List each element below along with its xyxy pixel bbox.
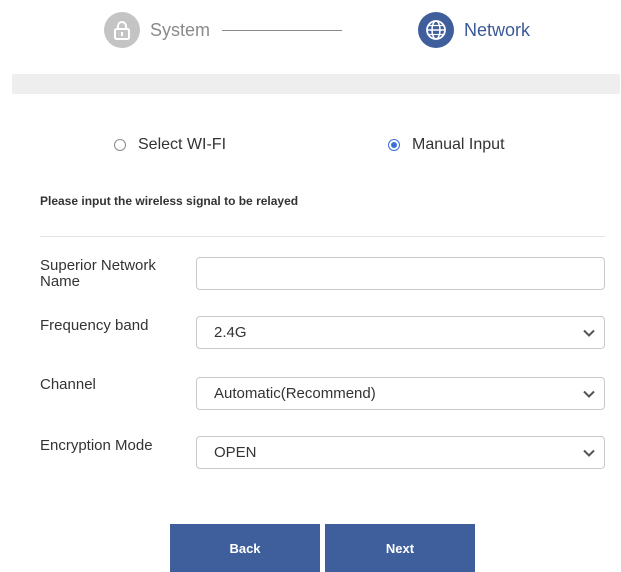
network-name-input[interactable] (196, 257, 605, 290)
radio-unchecked-icon[interactable] (114, 139, 126, 151)
radio-checked-icon[interactable] (388, 139, 400, 151)
encryption-mode-value: OPEN (214, 444, 257, 461)
step-network: Network (418, 12, 530, 48)
radio-manual-input-label[interactable]: Manual Input (412, 136, 505, 154)
globe-icon (418, 12, 454, 48)
network-name-label: Superior Network Name (40, 257, 156, 290)
frequency-band-value: 2.4G (214, 324, 247, 341)
step-network-label: Network (464, 19, 531, 40)
encryption-mode-select[interactable]: OPEN (196, 436, 605, 469)
step-system: System (104, 12, 210, 48)
radio-dot (391, 142, 397, 148)
radio-select-wifi-label[interactable]: Select WI-FI (138, 136, 226, 154)
radio-select-wifi[interactable]: Select WI-FI (114, 134, 226, 156)
channel-select[interactable]: Automatic(Recommend) (196, 377, 605, 410)
channel-value: Automatic(Recommend) (214, 385, 376, 402)
channel-label: Channel (40, 376, 96, 393)
chevron-down-icon (582, 326, 596, 340)
chevron-down-icon (582, 387, 596, 401)
chevron-down-icon (582, 446, 596, 460)
frequency-band-select[interactable]: 2.4G (196, 316, 605, 349)
frequency-band-label: Frequency band (40, 317, 149, 334)
encryption-mode-label: Encryption Mode (40, 437, 153, 454)
back-button[interactable]: Back (170, 524, 320, 572)
radio-manual-input[interactable]: Manual Input (388, 134, 505, 156)
section-rule (40, 236, 605, 237)
instruction-text: Please input the wireless signal to be r… (40, 194, 299, 208)
section-divider-bar (12, 74, 620, 94)
lock-icon (104, 12, 140, 48)
next-button[interactable]: Next (325, 524, 475, 572)
step-system-label: System (150, 19, 211, 40)
stepper-connector (222, 30, 342, 31)
setup-stepper: System Network (0, 8, 621, 52)
